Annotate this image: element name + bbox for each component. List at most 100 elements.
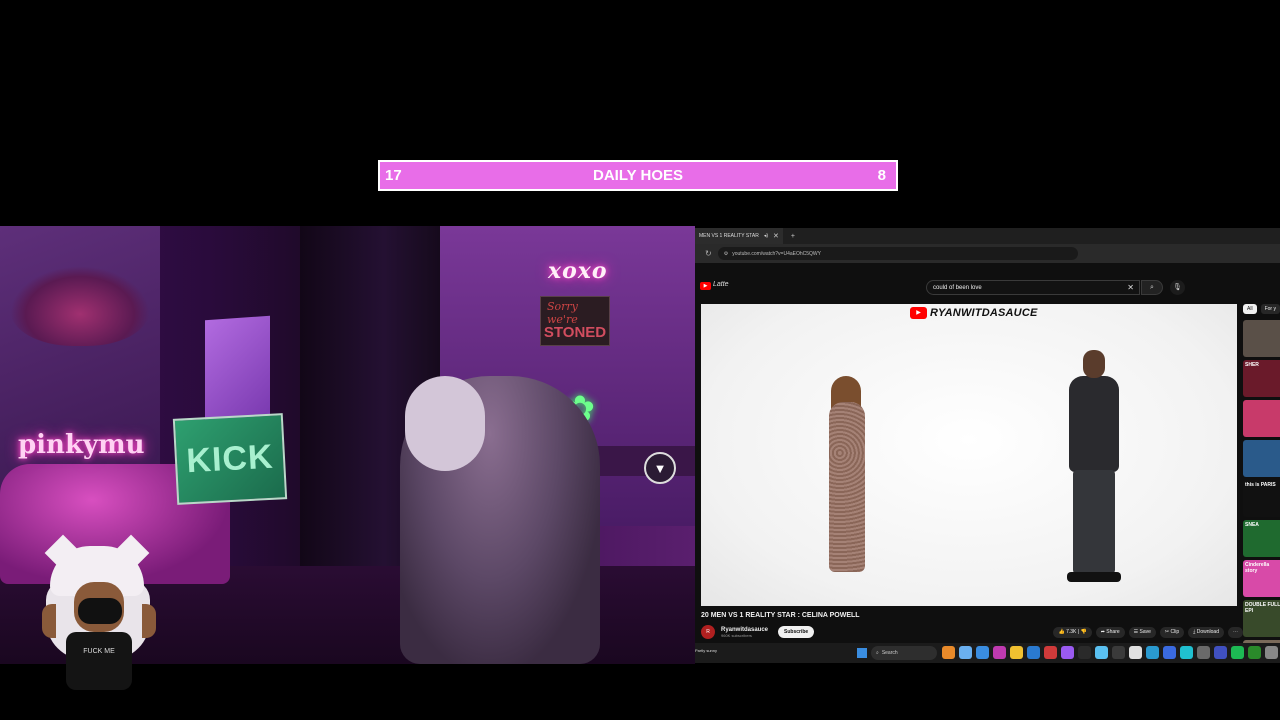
search-input[interactable]: could of been love ✕: [926, 280, 1140, 295]
taskbar-app-icon[interactable]: [1231, 646, 1244, 659]
chip-for-you[interactable]: For y: [1260, 304, 1280, 314]
browser-tab[interactable]: MEN VS 1 REALITY STAR ◂) ✕: [695, 228, 783, 244]
speaker-icon[interactable]: ◂): [764, 233, 768, 239]
goal-counter-bar: 17 DAILY HOES 8: [378, 160, 898, 191]
recommendation-chips: All For y: [1243, 304, 1280, 314]
youtube-logo-icon[interactable]: ▶: [700, 282, 711, 290]
new-tab-icon[interactable]: +: [791, 233, 795, 240]
recommendation-thumbnail[interactable]: this is PARIS: [1243, 480, 1280, 517]
search-icon: ⌕: [876, 650, 879, 656]
man-head: [1083, 350, 1105, 378]
taskbar-app-icon[interactable]: [1265, 646, 1278, 659]
tab-strip: MEN VS 1 REALITY STAR ◂) ✕ +: [695, 228, 1280, 244]
thumbnail-label: this is PARIS: [1245, 482, 1276, 488]
recommendation-thumbnail[interactable]: [1243, 400, 1280, 437]
taskbar-app-icon[interactable]: [1095, 646, 1108, 659]
share-label: Share: [1106, 628, 1120, 635]
weather-widget[interactable]: Partly sunny: [695, 648, 725, 653]
channel-row: R Ryanwitdasauce 960K subscribers Subscr…: [701, 624, 1243, 640]
thumbnail-label: DOUBLE FULL EPI: [1245, 602, 1280, 614]
clear-search-icon[interactable]: ✕: [1127, 283, 1134, 292]
video-actions: 👍 7.3K | 👎 ➦ Share ☰ Save ✂ Clip ⤓ Downl…: [1053, 624, 1243, 640]
light-panel: [205, 315, 270, 421]
share-button[interactable]: ➦ Share: [1095, 626, 1125, 638]
taskbar-app-icon[interactable]: [942, 646, 955, 659]
taskbar-app-icon[interactable]: [1010, 646, 1023, 659]
taskbar-app-icon[interactable]: [1248, 646, 1261, 659]
chip-all[interactable]: All: [1243, 304, 1257, 314]
neon-xoxo-sign: xoxo: [548, 258, 608, 284]
clip-label: Clip: [1170, 628, 1180, 635]
close-tab-icon[interactable]: ✕: [773, 232, 779, 240]
man-shoes: [1067, 572, 1121, 582]
download-label: Download: [1196, 628, 1219, 635]
clip-button[interactable]: ✂ Clip: [1159, 626, 1185, 638]
subscribe-button[interactable]: Subscribe: [778, 626, 815, 638]
taskbar-app-icon[interactable]: [1078, 646, 1091, 659]
channel-logo-icon: ▼: [644, 452, 676, 484]
windows-start-icon[interactable]: [857, 648, 867, 658]
taskbar-app-icon[interactable]: [1146, 646, 1159, 659]
recommendation-thumbnail[interactable]: DOUBLE FULL EPI: [1243, 600, 1280, 637]
taskbar-app-icon[interactable]: [993, 646, 1006, 659]
taskbar-app-icon[interactable]: [1197, 646, 1210, 659]
like-count: 7.3K: [1066, 628, 1077, 635]
microphone-icon[interactable]: 🎙: [1170, 280, 1185, 295]
address-bar[interactable]: ⚙ youtube.com/watch?v=U4aEOhC5QWY: [717, 247, 1078, 260]
taskbar-app-icon[interactable]: [1112, 646, 1125, 659]
goal-left-count: 17: [385, 167, 402, 184]
taskbar-app-icon[interactable]: [1180, 646, 1193, 659]
taskbar-app-icon[interactable]: [1044, 646, 1057, 659]
channel-avatar[interactable]: R: [701, 625, 715, 639]
thumbnail-label: SHER: [1245, 362, 1259, 368]
neon-name-sign: pinkymu: [18, 430, 145, 460]
video-player[interactable]: ▶ RYANWITDASAUCE: [701, 304, 1237, 606]
thumbnail-label: Cinderella story: [1245, 562, 1270, 574]
goal-title: DAILY HOES: [592, 167, 684, 184]
goal-right-count: 8: [877, 167, 886, 184]
recommendation-thumbnail[interactable]: [1243, 440, 1280, 477]
stoned-script-text: Sorry we're: [547, 300, 578, 326]
video-watermark: ▶ RYANWITDASAUCE: [910, 307, 1038, 319]
taskbar-app-icon[interactable]: [1163, 646, 1176, 659]
taskbar-app-icon[interactable]: [959, 646, 972, 659]
man-hoodie: [1069, 376, 1119, 472]
avatar-shirt-text: FUCK ME: [83, 648, 115, 655]
reload-icon[interactable]: ↻: [705, 249, 712, 258]
taskbar-search[interactable]: ⌕ Search: [871, 646, 937, 660]
more-actions-button[interactable]: ⋯: [1228, 626, 1243, 638]
taskbar-app-icon[interactable]: [1214, 646, 1227, 659]
recommendation-thumbnail[interactable]: Cinderella story: [1243, 560, 1280, 597]
taskbar-search-label: Search: [881, 650, 898, 656]
avatar-shirt: FUCK ME: [66, 632, 132, 690]
recommendation-thumbnail[interactable]: SNEA: [1243, 520, 1280, 557]
lips-mural: [10, 266, 150, 346]
taskbar-apps: [942, 646, 1280, 659]
youtube-header: ▶ Latte could of been love ✕ ⌕ 🎙: [695, 278, 1280, 298]
site-info-icon[interactable]: ⚙: [724, 251, 728, 257]
recommendation-thumbnails: SHER this is PARIS SNEA Cinderella story DOU…: [1243, 320, 1280, 663]
search-icon[interactable]: ⌕: [1141, 280, 1163, 295]
recommendation-thumbnail[interactable]: SHER: [1243, 360, 1280, 397]
stream-layout: 17 DAILY HOES 8 KICK pinkymu xoxo Sorry …: [0, 0, 1280, 720]
browser-window: MEN VS 1 REALITY STAR ◂) ✕ + ↻ ⚙ youtube…: [695, 228, 1280, 663]
channel-meta: Ryanwitdasauce 960K subscribers: [721, 627, 768, 638]
leopard-outfit: [829, 402, 865, 572]
url-text: youtube.com/watch?v=U4aEOhC5QWY: [732, 250, 821, 257]
like-button[interactable]: 👍 7.3K | 👎: [1053, 626, 1092, 638]
taskbar-app-icon[interactable]: [976, 646, 989, 659]
watermark-text: RYANWITDASAUCE: [930, 307, 1038, 319]
recommendation-thumbnail[interactable]: [1243, 320, 1280, 357]
taskbar-app-icon[interactable]: [1129, 646, 1142, 659]
thumbnail-label: SNEA: [1245, 522, 1259, 528]
stoned-sign: Sorry we're STONED: [540, 296, 610, 346]
taskbar-app-icon[interactable]: [1061, 646, 1074, 659]
save-button[interactable]: ☰ Save: [1128, 626, 1156, 638]
taskbar-app-icon[interactable]: [1027, 646, 1040, 659]
windows-taskbar: Partly sunny ⌕ Search: [695, 643, 1280, 663]
video-title: 20 MEN VS 1 REALITY STAR : CELINA POWELL: [701, 612, 860, 619]
streamer-head: [405, 376, 485, 471]
youtube-logo-text[interactable]: Latte: [713, 281, 729, 288]
man-pants: [1073, 470, 1115, 574]
download-button[interactable]: ⤓ Download: [1188, 626, 1224, 638]
